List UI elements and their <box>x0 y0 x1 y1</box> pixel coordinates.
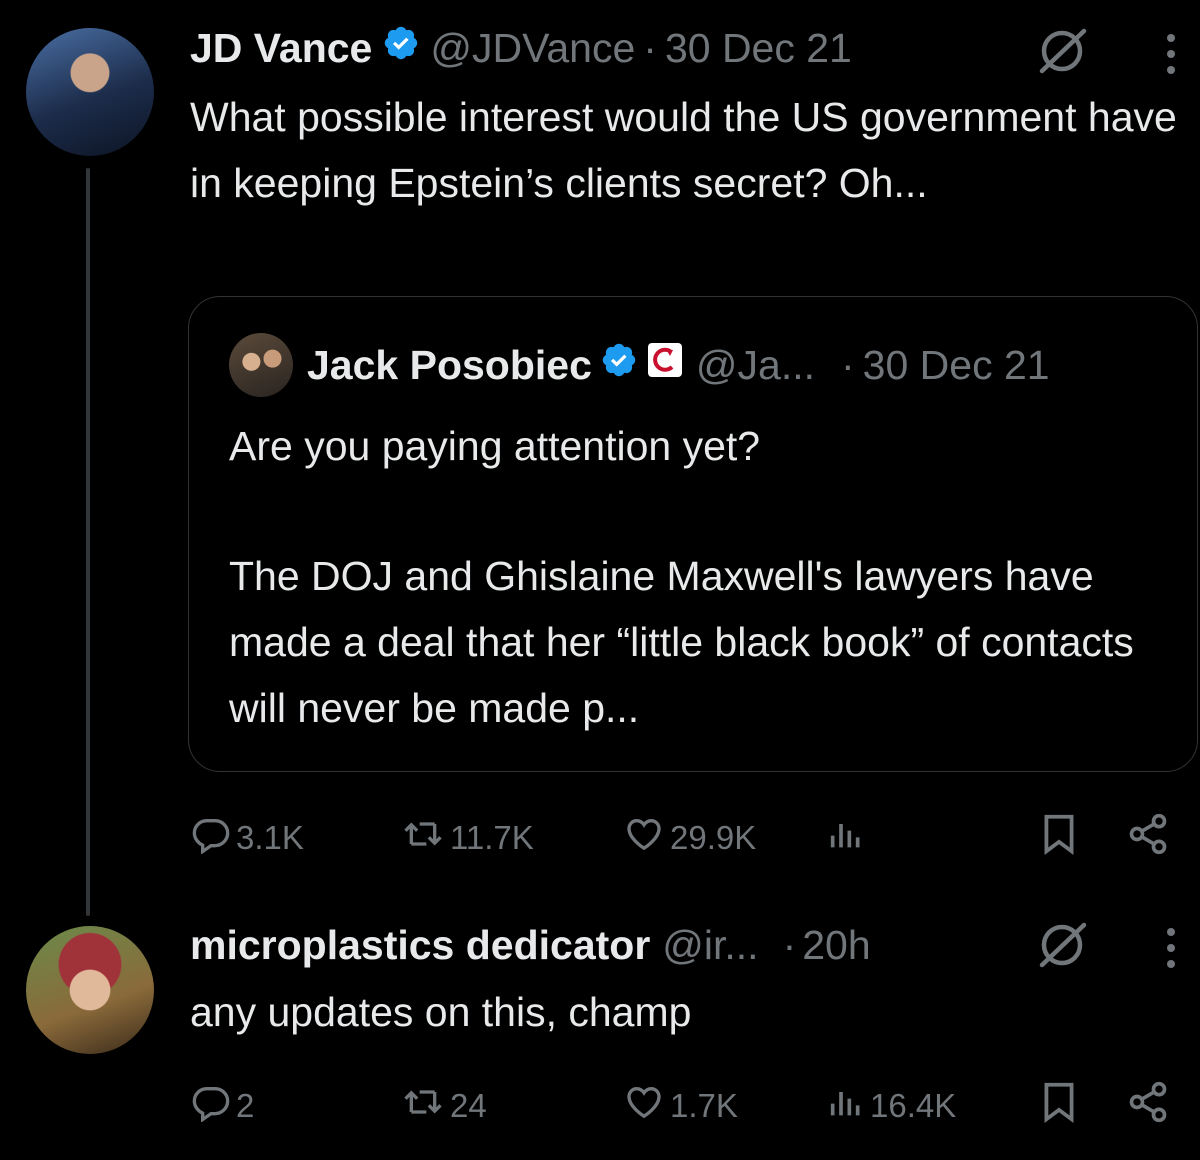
reply-icon <box>190 814 236 862</box>
verified-badge-icon <box>600 341 638 389</box>
bookmark-icon <box>1040 1080 1082 1129</box>
reply-count: 3.1K <box>236 819 304 856</box>
like-count: 29.9K <box>670 819 757 856</box>
avatar-jack-posobiec[interactable] <box>229 333 293 397</box>
like-button[interactable]: 1.7K <box>622 1082 738 1130</box>
bookmark-button[interactable] <box>1040 1080 1082 1129</box>
verified-badge-icon <box>382 24 420 72</box>
handle[interactable]: @ir... <box>662 922 758 969</box>
handle[interactable]: @Ja... <box>696 342 815 389</box>
more-vertical-icon[interactable] <box>1164 32 1178 81</box>
view-count: 16.4K <box>870 1087 957 1124</box>
like-button[interactable]: 29.9K <box>622 814 756 862</box>
timestamp[interactable]: 30 Dec 21 <box>863 342 1050 389</box>
grok-icon[interactable] <box>1036 26 1090 81</box>
display-name[interactable]: JD Vance <box>190 25 372 72</box>
quote-text-line1: Are you paying attention yet? <box>229 423 761 469</box>
heart-icon <box>622 814 670 862</box>
views-button[interactable] <box>826 814 870 859</box>
grok-icon[interactable] <box>1036 920 1090 975</box>
repost-count: 24 <box>450 1087 487 1124</box>
quoted-tweet-card[interactable]: Jack Posobiec @Ja... · 30 Dec 21 Are you… <box>188 296 1198 772</box>
like-count: 1.7K <box>670 1087 738 1124</box>
separator-dot: · <box>782 921 797 968</box>
avatar-microplastics-dedicator[interactable] <box>26 926 154 1054</box>
views-icon <box>826 814 870 859</box>
views-button[interactable]: 16.4K <box>826 1082 956 1130</box>
quote-text-paragraph: The DOJ and Ghislaine Maxwell's lawyers … <box>229 553 1134 731</box>
repost-button[interactable]: 24 <box>400 1082 487 1130</box>
tweet1-header: JD Vance @JDVance · 30 Dec 21 <box>190 24 852 72</box>
more-vertical-icon[interactable] <box>1164 926 1178 975</box>
views-icon <box>826 1082 870 1130</box>
bookmark-icon <box>1040 812 1082 861</box>
share-icon <box>1126 812 1174 861</box>
repost-icon <box>400 1082 450 1130</box>
display-name[interactable]: Jack Posobiec <box>307 342 592 389</box>
tweet2-text: any updates on this, champ <box>190 989 692 1035</box>
reply-count: 2 <box>236 1087 255 1124</box>
reply-button[interactable]: 3.1K <box>190 814 304 862</box>
tweet2-header: microplastics dedicator @ir... · 20h <box>190 920 871 970</box>
repost-count: 11.7K <box>450 819 534 856</box>
quote-header: Jack Posobiec @Ja... · 30 Dec 21 <box>307 341 1050 389</box>
separator-dot: · <box>643 24 657 71</box>
affiliate-badge-icon <box>646 341 684 389</box>
handle[interactable]: @JDVance <box>430 25 635 72</box>
display-name[interactable]: microplastics dedicator <box>190 922 650 969</box>
heart-icon <box>622 1082 670 1130</box>
reply-button[interactable]: 2 <box>190 1082 254 1130</box>
share-button[interactable] <box>1126 812 1174 861</box>
bookmark-button[interactable] <box>1040 812 1082 861</box>
timestamp[interactable]: 20h <box>802 922 870 969</box>
share-button[interactable] <box>1126 1080 1174 1129</box>
repost-button[interactable]: 11.7K <box>400 814 534 862</box>
share-icon <box>1126 1080 1174 1129</box>
separator-dot: · <box>841 341 855 388</box>
repost-icon <box>400 814 450 862</box>
tweet1-text: What possible interest would the US gove… <box>190 94 1177 206</box>
reply-icon <box>190 1082 236 1130</box>
avatar-jd-vance[interactable] <box>26 28 154 156</box>
timestamp[interactable]: 30 Dec 21 <box>665 25 852 72</box>
thread-connector-line <box>86 168 90 916</box>
